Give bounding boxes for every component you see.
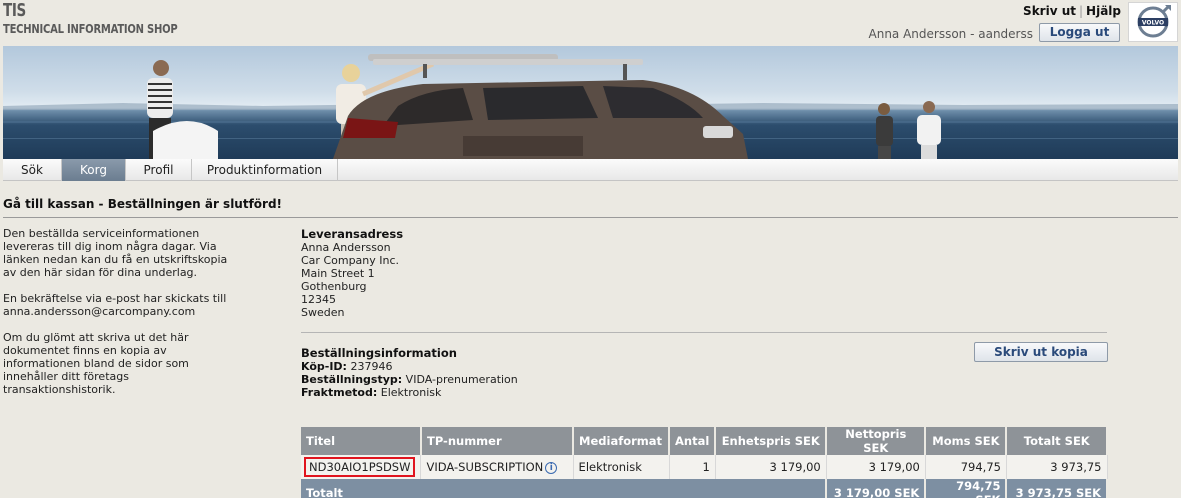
address-line: 12345 [301,293,336,306]
info-paragraph-email: En bekräftelse via e-post har skickats t… [3,292,227,318]
cell-tp-nummer: VIDA-SUBSCRIPTION i [420,455,574,479]
order-info: Beställningsinformation Köp-ID: 237946 B… [301,346,518,399]
info-paragraph-delivery: Den beställda serviceinformationen lever… [3,227,228,279]
header: TIS TECHNICAL INFORMATION SHOP Skriv ut |… [0,0,1181,46]
tab-profil[interactable]: Profil [126,159,192,181]
info-paragraph-history: Om du glömt att skriva ut det här dokume… [3,331,189,396]
logout-button[interactable]: Logga ut [1039,23,1120,42]
total-nettopris: 3 179,00 SEK [826,479,927,498]
address-line: Anna Andersson [301,241,391,254]
table-header-row: Titel TP-nummer Mediaformat Antal Enhets… [301,427,1108,455]
col-nettopris: Nettopris SEK [826,427,927,455]
freight-row: Fraktmetod: Elektronisk [301,386,518,399]
logo-sub: TECHNICAL INFORMATION SHOP [3,21,178,36]
freight-label: Fraktmetod: [301,386,378,399]
volvo-emblem-icon: VOLVO [1137,4,1171,38]
top-links: Skriv ut | Hjälp [1023,4,1121,18]
help-link[interactable]: Hjälp [1086,4,1121,18]
col-antal: Antal [669,427,717,455]
print-copy-button[interactable]: Skriv ut kopia [974,342,1108,362]
order-table: Titel TP-nummer Mediaformat Antal Enhets… [301,427,1108,498]
cell-antal: 1 [669,455,716,479]
tab-korg[interactable]: Korg [62,159,126,181]
total-moms: 794,75 SEK [925,479,1008,498]
page-title: Gå till kassan - Beställningen är slutfö… [3,197,283,211]
titel-value[interactable]: ND30AIO1PSDSW [304,457,416,477]
info-text: Den beställda serviceinformationen lever… [3,227,243,409]
brand-text: VOLVO [1142,20,1164,27]
address-line: Sweden [301,306,345,319]
total-row: Totalt 3 179,00 SEK 794,75 SEK 3 973,75 … [301,479,1108,498]
order-id-row: Köp-ID: 237946 [301,360,518,373]
col-moms: Moms SEK [925,427,1008,455]
col-tp-nummer: TP-nummer [420,427,575,455]
total-totalt: 3 973,75 SEK [1006,479,1108,498]
cell-nettopris: 3 179,00 [826,455,926,479]
table-row: ND30AIO1PSDSW VIDA-SUBSCRIPTION i Elektro… [301,455,1108,479]
order-type-value: VIDA-prenumeration [405,373,518,386]
address-line: Gothenburg [301,280,367,293]
volvo-logo: VOLVO [1128,2,1178,42]
print-link[interactable]: Skriv ut [1023,4,1076,18]
cell-enhetspris: 3 179,00 [715,455,827,479]
address-line: Car Company Inc. [301,254,400,267]
cell-mediaformat: Elektronisk [573,455,670,479]
order-id-value: 237946 [350,360,393,373]
tab-produktinformation[interactable]: Produktinformation [192,159,338,181]
order-id-label: Köp-ID: [301,360,347,373]
link-separator: | [1078,4,1084,18]
order-summary: Leveransadress Anna Andersson Car Compan… [301,227,1108,498]
cell-titel: ND30AIO1PSDSW [301,455,422,479]
order-type-row: Beställningstyp: VIDA-prenumeration [301,373,518,386]
order-info-heading: Beställningsinformation [301,346,457,360]
total-label: Totalt [301,479,828,498]
user-name: Anna Andersson - aanderss [868,27,1034,41]
info-icon[interactable]: i [545,462,558,474]
title-divider [3,217,1178,218]
main-nav: Sök Korg Profil Produktinformation [3,159,1178,181]
banner-scene [3,54,1178,159]
col-enhetspris: Enhetspris SEK [715,427,828,455]
address-line: Main Street 1 [301,267,375,280]
logo-main: TIS [3,0,26,21]
section-divider [301,332,1107,333]
freight-value: Elektronisk [380,386,442,399]
banner-image [3,46,1178,159]
tp-number: VIDA-SUBSCRIPTION [426,460,544,474]
col-mediaformat: Mediaformat [573,427,670,455]
tis-logo[interactable]: TIS TECHNICAL INFORMATION SHOP [3,2,221,36]
col-titel: Titel [301,427,422,455]
cell-totalt: 3 973,75 [1006,455,1108,479]
cell-moms: 794,75 [925,455,1007,479]
tab-sok[interactable]: Sök [3,159,62,181]
col-totalt: Totalt SEK [1006,427,1108,455]
delivery-heading: Leveransadress [301,227,404,241]
order-type-label: Beställningstyp: [301,373,403,386]
